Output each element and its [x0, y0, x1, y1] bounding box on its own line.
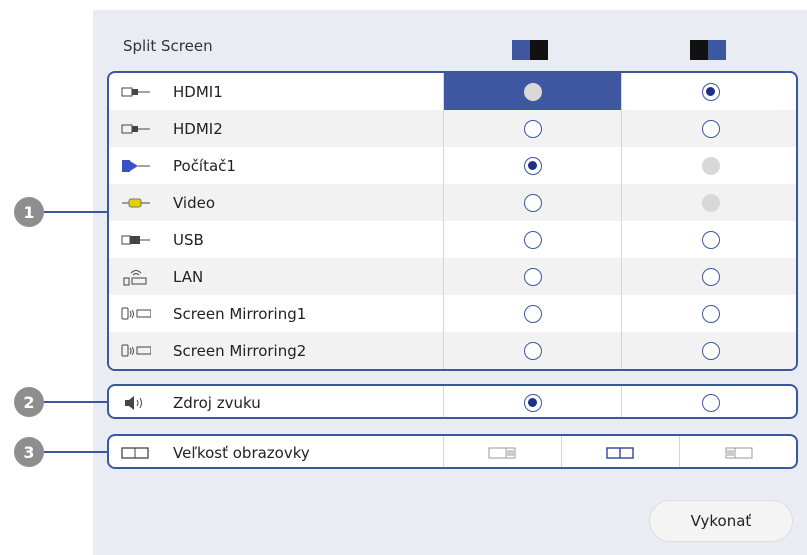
left-radio[interactable] — [524, 267, 542, 286]
callout-badge-3: 3 — [14, 437, 44, 467]
right-radio[interactable] — [702, 267, 720, 286]
left-radio[interactable] — [524, 304, 542, 323]
computer-icon — [121, 158, 151, 174]
hdmi-icon — [121, 84, 151, 100]
audio-right-radio[interactable] — [702, 393, 720, 412]
callout-connector-2 — [44, 401, 107, 403]
source-list: HDMI1 HDMI2 Počítač1 Video USB LAN Scree… — [107, 71, 798, 371]
left-screen-cell[interactable] — [443, 258, 622, 295]
size-right-larger-icon — [725, 447, 752, 458]
right-screen-cell[interactable] — [621, 295, 796, 332]
source-label: HDMI2 — [173, 119, 223, 138]
left-screen-header-icon — [512, 40, 548, 60]
speaker-icon — [121, 395, 151, 411]
right-radio — [702, 193, 720, 212]
callout-badge-1: 1 — [14, 197, 44, 227]
left-screen-cell[interactable] — [443, 295, 622, 332]
size-left-larger-icon — [488, 447, 516, 458]
screen-size-row[interactable]: Veľkosť obrazovky — [107, 434, 798, 469]
right-radio[interactable] — [702, 304, 720, 323]
audio-label: Zdroj zvuku — [173, 393, 261, 412]
page-title: Split Screen — [123, 37, 213, 55]
source-label: Počítač1 — [173, 156, 236, 175]
callout-connector-1 — [44, 211, 107, 213]
left-radio[interactable] — [524, 82, 542, 101]
left-radio[interactable] — [524, 193, 542, 212]
size-option-right-larger[interactable] — [679, 436, 796, 467]
right-radio[interactable] — [702, 82, 720, 101]
right-screen-header-icon — [690, 40, 726, 60]
source-row-screen-mirroring2[interactable]: Screen Mirroring2 — [109, 332, 796, 369]
right-screen-cell — [621, 147, 796, 184]
size-option-left-larger[interactable] — [443, 436, 562, 467]
audio-right-cell[interactable] — [621, 386, 796, 417]
video-icon — [121, 195, 151, 211]
left-radio[interactable] — [524, 119, 542, 138]
left-radio[interactable] — [524, 230, 542, 249]
source-row-hdmi2[interactable]: HDMI2 — [109, 110, 796, 147]
left-radio[interactable] — [524, 156, 542, 175]
source-row-usb[interactable]: USB — [109, 221, 796, 258]
source-label: LAN — [173, 267, 204, 286]
audio-source-row[interactable]: Zdroj zvuku — [107, 384, 798, 419]
right-radio[interactable] — [702, 341, 720, 360]
left-radio[interactable] — [524, 341, 542, 360]
left-screen-cell[interactable] — [443, 73, 622, 110]
left-screen-cell[interactable] — [443, 110, 622, 147]
right-screen-cell[interactable] — [621, 110, 796, 147]
screen-mirroring-icon — [121, 343, 151, 359]
left-screen-cell[interactable] — [443, 332, 622, 369]
audio-left-radio[interactable] — [524, 393, 542, 412]
lan-icon — [121, 269, 151, 285]
size-option-equal[interactable] — [561, 436, 680, 467]
source-label: Video — [173, 193, 216, 212]
right-screen-cell[interactable] — [621, 221, 796, 258]
usb-icon — [121, 232, 151, 248]
source-row-computer1[interactable]: Počítač1 — [109, 147, 796, 184]
audio-left-cell[interactable] — [443, 386, 622, 417]
right-radio[interactable] — [702, 230, 720, 249]
left-screen-cell[interactable] — [443, 184, 622, 221]
right-screen-cell[interactable] — [621, 332, 796, 369]
right-radio[interactable] — [702, 119, 720, 138]
source-label: HDMI1 — [173, 82, 223, 101]
source-row-lan[interactable]: LAN — [109, 258, 796, 295]
screen-size-icon — [121, 445, 151, 461]
hdmi-icon — [121, 121, 151, 137]
screen-mirroring-icon — [121, 306, 151, 322]
left-screen-cell[interactable] — [443, 147, 622, 184]
source-row-video[interactable]: Video — [109, 184, 796, 221]
source-label: Screen Mirroring1 — [173, 304, 307, 323]
source-label: Screen Mirroring2 — [173, 341, 307, 360]
source-row-hdmi1[interactable]: HDMI1 — [109, 73, 796, 110]
source-label: USB — [173, 230, 204, 249]
callout-connector-3 — [44, 451, 107, 453]
right-radio — [702, 156, 720, 175]
right-screen-cell — [621, 184, 796, 221]
left-screen-cell[interactable] — [443, 221, 622, 258]
callout-badge-2: 2 — [14, 387, 44, 417]
size-equal-icon — [606, 446, 634, 459]
screen-size-label: Veľkosť obrazovky — [173, 443, 310, 462]
right-screen-cell[interactable] — [621, 73, 796, 110]
source-row-screen-mirroring1[interactable]: Screen Mirroring1 — [109, 295, 796, 332]
execute-button[interactable]: Vykonať — [649, 500, 793, 542]
right-screen-cell[interactable] — [621, 258, 796, 295]
